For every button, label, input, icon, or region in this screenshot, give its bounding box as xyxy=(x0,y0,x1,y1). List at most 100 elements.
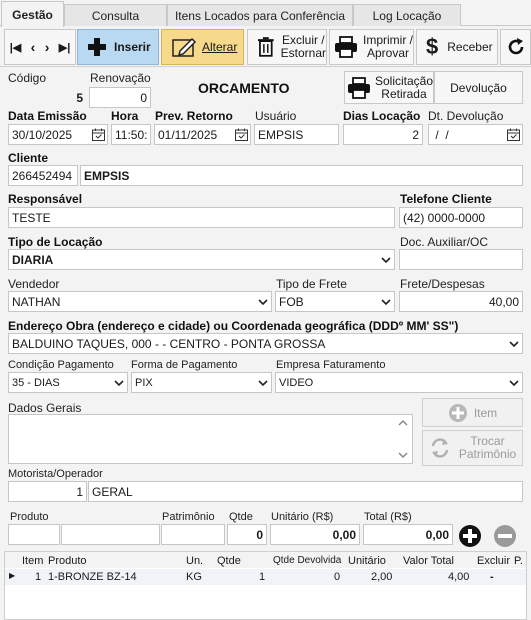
motorista-label: Motorista/Operador xyxy=(8,468,103,480)
col-item[interactable]: Item xyxy=(22,555,43,567)
produto-nome-field[interactable] xyxy=(61,524,160,545)
motorista-nome-field[interactable]: GERAL xyxy=(88,481,523,502)
tab-consulta[interactable]: Consulta xyxy=(64,4,167,26)
condicao-pagamento-label: Condição Pagamento xyxy=(8,359,114,371)
col-excluir[interactable]: Excluir xyxy=(477,555,510,567)
dias-locacao-field[interactable]: 2 xyxy=(343,124,423,145)
tab-log-locacao[interactable]: Log Locação xyxy=(353,4,461,26)
produto-codigo-field[interactable] xyxy=(8,524,60,545)
scroll-up-icon[interactable] xyxy=(398,419,408,427)
cliente-label: Cliente xyxy=(8,151,49,165)
scroll-down-icon[interactable] xyxy=(398,451,408,459)
tipo-frete-select[interactable]: FOB xyxy=(275,291,395,312)
endereco-label: Endereço Obra (endereço e cidade) ou Coo… xyxy=(8,319,459,333)
row-indicator-icon: ▶ xyxy=(9,571,16,580)
cell-qtde: 1 xyxy=(259,571,266,583)
chevron-down-icon xyxy=(509,341,519,348)
total-field: 0,00 xyxy=(363,524,453,545)
imprimir-label: Imprimir / Aprovar xyxy=(363,33,413,60)
motorista-codigo-field[interactable]: 1 xyxy=(8,481,87,502)
hora-label: Hora xyxy=(111,109,139,123)
calendar-icon[interactable] xyxy=(235,128,248,141)
col-unitario[interactable]: Unitário xyxy=(348,555,386,567)
usuario-label: Usuário xyxy=(255,109,297,123)
dados-gerais-label: Dados Gerais xyxy=(8,401,82,415)
calendar-icon[interactable] xyxy=(92,128,105,141)
toolbar: |◀ ‹ › ▶| Inserir Alterar Excluir / Estor… xyxy=(0,27,531,67)
col-p[interactable]: P. xyxy=(514,555,523,567)
cliente-nome-field[interactable]: EMPSIS xyxy=(80,165,523,186)
vendedor-select[interactable]: NATHAN xyxy=(8,291,272,312)
col-valor-total[interactable]: Valor Total xyxy=(403,555,454,567)
plus-circle-icon xyxy=(448,403,467,422)
qtde-field[interactable]: 0 xyxy=(227,524,267,545)
tab-bar: Gestão Consulta Itens Locados para Confe… xyxy=(0,0,531,27)
last-record-icon[interactable]: ▶| xyxy=(59,41,71,54)
cell-excluir[interactable]: - xyxy=(490,571,494,583)
edit-icon xyxy=(172,37,197,57)
prev-record-icon[interactable]: ‹ xyxy=(31,39,36,55)
chevron-down-icon xyxy=(381,299,391,306)
responsavel-label: Responsável xyxy=(8,192,83,206)
frete-field[interactable]: 40,00 xyxy=(399,291,523,312)
unitario-label: Unitário (R$) xyxy=(271,511,334,523)
responsavel-field[interactable]: TESTE xyxy=(8,207,395,228)
receber-button[interactable]: $ Receber xyxy=(416,29,498,65)
alterar-button[interactable]: Alterar xyxy=(161,29,244,65)
items-table: Item Produto Un. Qtde Qtde Devolvida Uni… xyxy=(4,551,527,620)
unitario-field[interactable]: 0,00 xyxy=(270,524,360,545)
add-item-label: Item xyxy=(473,405,498,420)
devolucao-button[interactable]: Devolução xyxy=(434,71,523,104)
table-row[interactable]: ▶ 1 1-BRONZE BZ-14 KG 1 0 2,00 4,00 - xyxy=(5,569,526,585)
tipo-locacao-select[interactable]: DIARIA xyxy=(8,249,395,270)
trocar-patrimonio-button[interactable]: Trocar Patrimônio xyxy=(422,430,523,466)
imprimir-button[interactable]: Imprimir / Aprovar xyxy=(329,29,414,65)
solicitacao-label: Solicitação Retirada xyxy=(374,73,433,101)
endereco-select[interactable]: BALDUINO TAQUES, 000 - - CENTRO - PONTA … xyxy=(8,333,523,354)
dados-gerais-textarea[interactable] xyxy=(8,414,413,464)
doc-auxiliar-field[interactable] xyxy=(399,249,523,270)
calendar-icon[interactable] xyxy=(507,128,520,141)
excluir-button[interactable]: Excluir / Estornar xyxy=(247,29,327,65)
chevron-down-icon xyxy=(258,380,268,387)
tab-itens-locados[interactable]: Itens Locados para Conferência xyxy=(167,4,353,26)
hora-field[interactable]: 11:50: xyxy=(111,124,151,145)
dt-devolucao-field[interactable]: / / xyxy=(428,124,523,145)
doc-auxiliar-label: Doc. Auxiliar/OC xyxy=(400,235,489,249)
frete-label: Frete/Despesas xyxy=(400,277,485,291)
renovacao-field[interactable]: 0 xyxy=(89,87,151,108)
tipo-frete-label: Tipo de Frete xyxy=(276,277,347,291)
data-emissao-field[interactable]: 30/10/2025 xyxy=(8,124,108,145)
refresh-button[interactable] xyxy=(500,29,531,65)
condicao-pagamento-select[interactable]: 35 - DIAS xyxy=(8,372,128,393)
add-row-icon[interactable] xyxy=(458,524,482,548)
tab-gestao[interactable]: Gestão xyxy=(1,1,64,27)
swap-icon xyxy=(431,438,449,458)
col-qtde-devolvida[interactable]: Qtde Devolvida xyxy=(273,555,341,566)
cell-produto: 1-BRONZE BZ-14 xyxy=(48,571,137,583)
codigo-label: Código xyxy=(8,71,47,85)
trash-icon xyxy=(257,37,274,57)
col-produto[interactable]: Produto xyxy=(48,555,87,567)
col-qtde[interactable]: Qtde xyxy=(217,555,241,567)
inserir-button[interactable]: Inserir xyxy=(77,29,159,65)
vendedor-label: Vendedor xyxy=(8,277,60,291)
cell-un: KG xyxy=(186,571,202,583)
dt-devolucao-label: Dt. Devolução xyxy=(428,109,504,123)
first-record-icon[interactable]: |◀ xyxy=(10,41,22,54)
produto-label: Produto xyxy=(10,511,49,523)
telefone-field[interactable]: (42) 0000-0000 xyxy=(399,207,523,228)
printer-icon xyxy=(335,36,357,58)
prev-retorno-field[interactable]: 01/11/2025 xyxy=(154,124,251,145)
add-item-button[interactable]: Item xyxy=(422,398,523,427)
col-un[interactable]: Un. xyxy=(186,555,203,567)
receber-label: Receber xyxy=(447,39,493,54)
forma-pagamento-select[interactable]: PIX xyxy=(131,372,272,393)
cliente-codigo-field[interactable]: 266452494 xyxy=(8,165,78,186)
patrimonio-field[interactable] xyxy=(161,524,225,545)
solicitacao-retirada-button[interactable]: Solicitação Retirada xyxy=(344,71,434,104)
next-record-icon[interactable]: › xyxy=(45,39,50,55)
tipo-locacao-label: Tipo de Locação xyxy=(8,235,103,249)
empresa-faturamento-select[interactable]: VIDEO xyxy=(275,372,523,393)
remove-row-icon[interactable] xyxy=(493,524,517,548)
